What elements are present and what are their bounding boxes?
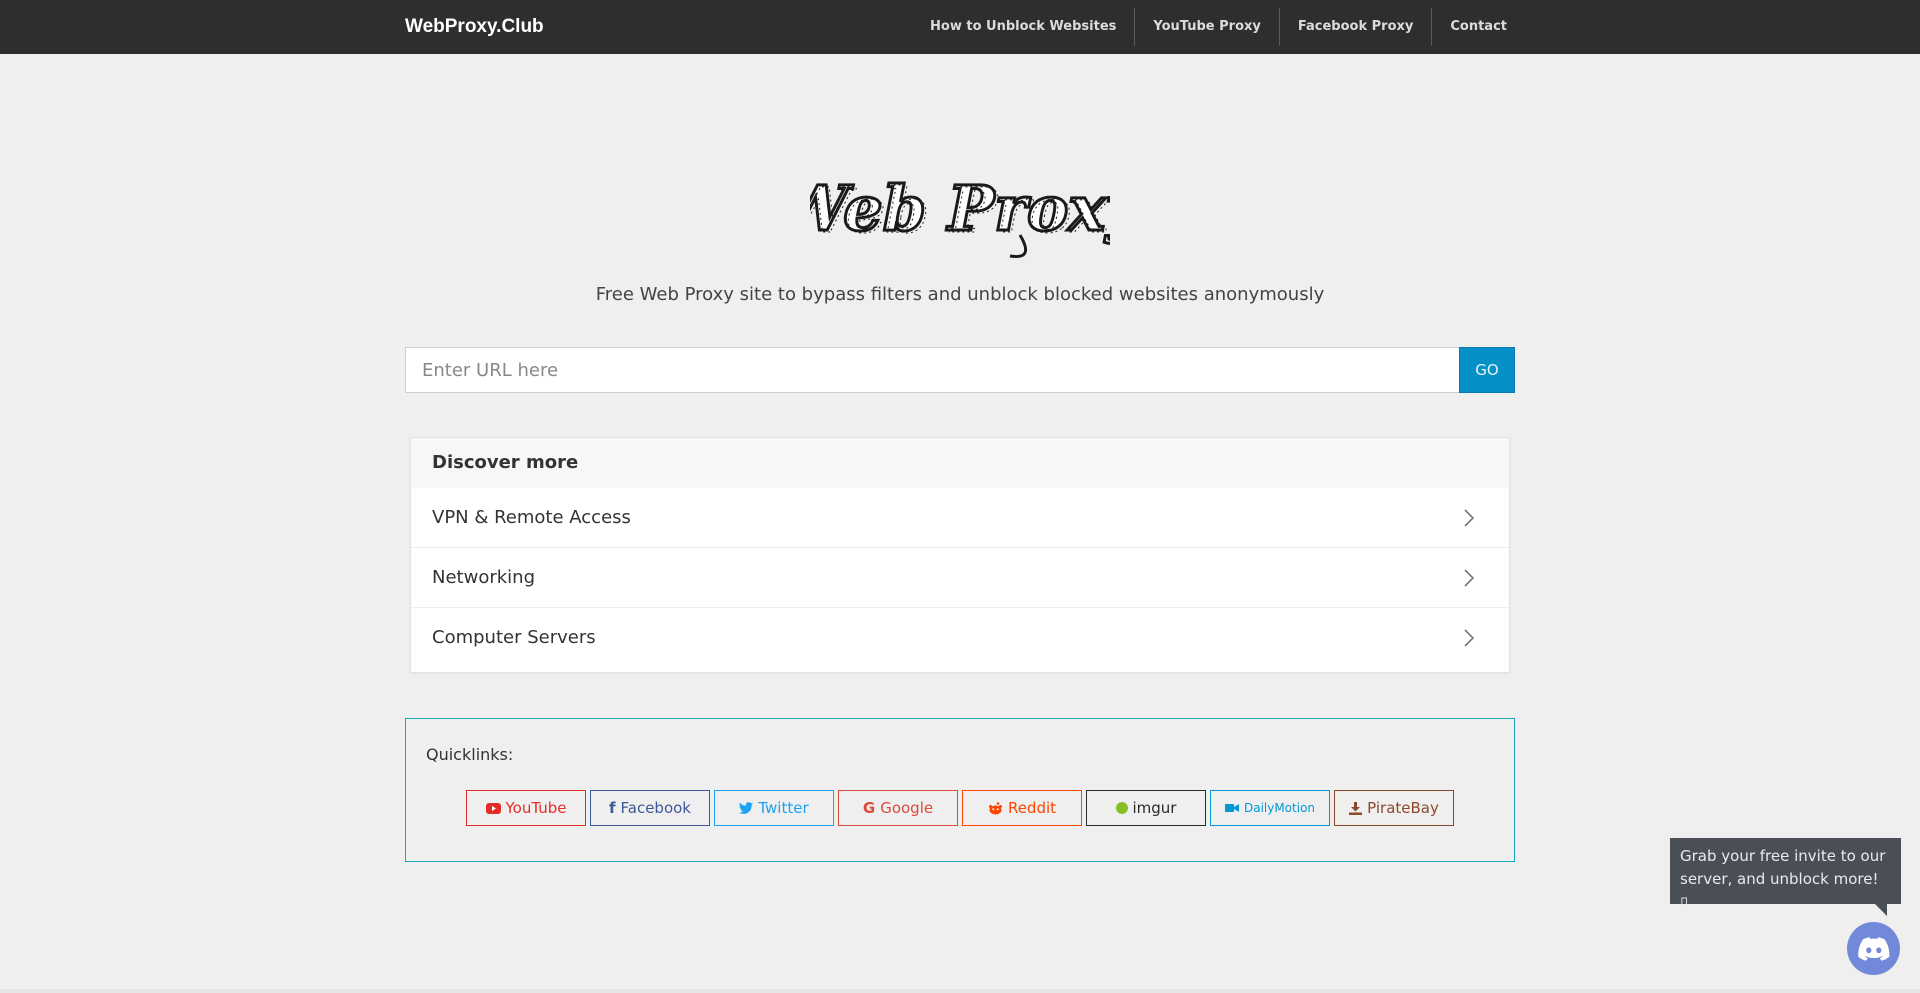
quicklink-label: PirateBay bbox=[1367, 799, 1439, 817]
reddit-icon bbox=[988, 801, 1002, 814]
discover-item-computer-servers[interactable]: Computer Servers bbox=[411, 608, 1509, 668]
discover-more-panel: Discover more VPN & Remote Access Networ… bbox=[410, 437, 1510, 673]
quicklink-dailymotion[interactable]: DailyMotion bbox=[1210, 790, 1330, 826]
discover-item-label: Networking bbox=[432, 567, 535, 588]
url-form: GO bbox=[405, 347, 1515, 393]
discover-item-label: Computer Servers bbox=[432, 627, 596, 648]
discover-item-networking[interactable]: Networking bbox=[411, 548, 1509, 608]
discord-button[interactable] bbox=[1847, 922, 1900, 975]
quicklinks-label: Quicklinks: bbox=[426, 745, 514, 764]
tooltip-text: Grab your free invite to our server, and… bbox=[1680, 847, 1886, 888]
video-camera-icon bbox=[1224, 804, 1239, 812]
twitter-icon bbox=[739, 802, 754, 814]
quicklinks-panel: Quicklinks: YouTube f Facebook Twitter G… bbox=[405, 718, 1515, 862]
quicklink-label: imgur bbox=[1132, 799, 1177, 817]
quicklink-twitter[interactable]: Twitter bbox=[714, 790, 834, 826]
nav-facebook-proxy[interactable]: Facebook Proxy bbox=[1278, 8, 1431, 46]
nav-how-to-unblock[interactable]: How to Unblock Websites bbox=[912, 8, 1134, 46]
facebook-icon: f bbox=[608, 799, 616, 817]
url-input[interactable] bbox=[405, 347, 1459, 393]
nav-contact[interactable]: Contact bbox=[1431, 8, 1515, 46]
tooltip-glyph: ▯ bbox=[1680, 893, 1689, 911]
quicklink-imgur[interactable]: imgur bbox=[1086, 790, 1206, 826]
imgur-icon bbox=[1115, 802, 1128, 814]
chevron-right-icon bbox=[1464, 509, 1475, 527]
web-proxy-logo: Web Proxy Web Proxy bbox=[810, 171, 1110, 259]
quicklink-piratebay[interactable]: PirateBay bbox=[1334, 790, 1454, 826]
top-navbar: WebProxy.Club How to Unblock Websites Yo… bbox=[0, 0, 1920, 54]
discord-icon bbox=[1857, 936, 1889, 961]
quicklink-label: Facebook bbox=[620, 799, 691, 817]
page-bottom-edge bbox=[0, 989, 1920, 993]
quicklink-label: Reddit bbox=[1007, 799, 1057, 817]
quicklink-label: Google bbox=[880, 799, 934, 817]
quicklink-google[interactable]: G Google bbox=[838, 790, 958, 826]
discover-more-title: Discover more bbox=[411, 438, 1509, 488]
quicklink-youtube[interactable]: YouTube bbox=[466, 790, 586, 826]
quicklinks-row: YouTube f Facebook Twitter G Google Redd… bbox=[466, 790, 1458, 826]
chevron-right-icon bbox=[1464, 629, 1475, 647]
go-button[interactable]: GO bbox=[1459, 347, 1515, 393]
quicklink-label: DailyMotion bbox=[1243, 801, 1316, 815]
logo-text-shadow: Web Proxy bbox=[810, 174, 1110, 247]
site-logo: Web Proxy Web Proxy bbox=[0, 160, 1920, 274]
chevron-right-icon bbox=[1464, 569, 1475, 587]
quicklink-label: YouTube bbox=[505, 799, 567, 817]
google-icon: G bbox=[862, 799, 876, 817]
quicklink-facebook[interactable]: f Facebook bbox=[590, 790, 710, 826]
download-icon bbox=[1349, 801, 1363, 815]
tagline: Free Web Proxy site to bypass filters an… bbox=[595, 284, 1325, 305]
discover-item-label: VPN & Remote Access bbox=[432, 507, 631, 528]
discord-invite-tooltip: Grab your free invite to our server, and… bbox=[1670, 838, 1901, 916]
discover-item-vpn[interactable]: VPN & Remote Access bbox=[411, 488, 1509, 548]
brand-link[interactable]: WebProxy.Club bbox=[405, 0, 544, 54]
nav-links: How to Unblock Websites YouTube Proxy Fa… bbox=[912, 8, 1515, 46]
quicklink-reddit[interactable]: Reddit bbox=[962, 790, 1082, 826]
nav-youtube-proxy[interactable]: YouTube Proxy bbox=[1134, 8, 1278, 46]
tooltip-tail bbox=[1875, 904, 1887, 916]
youtube-icon bbox=[485, 802, 501, 814]
quicklink-label: Twitter bbox=[758, 799, 809, 817]
